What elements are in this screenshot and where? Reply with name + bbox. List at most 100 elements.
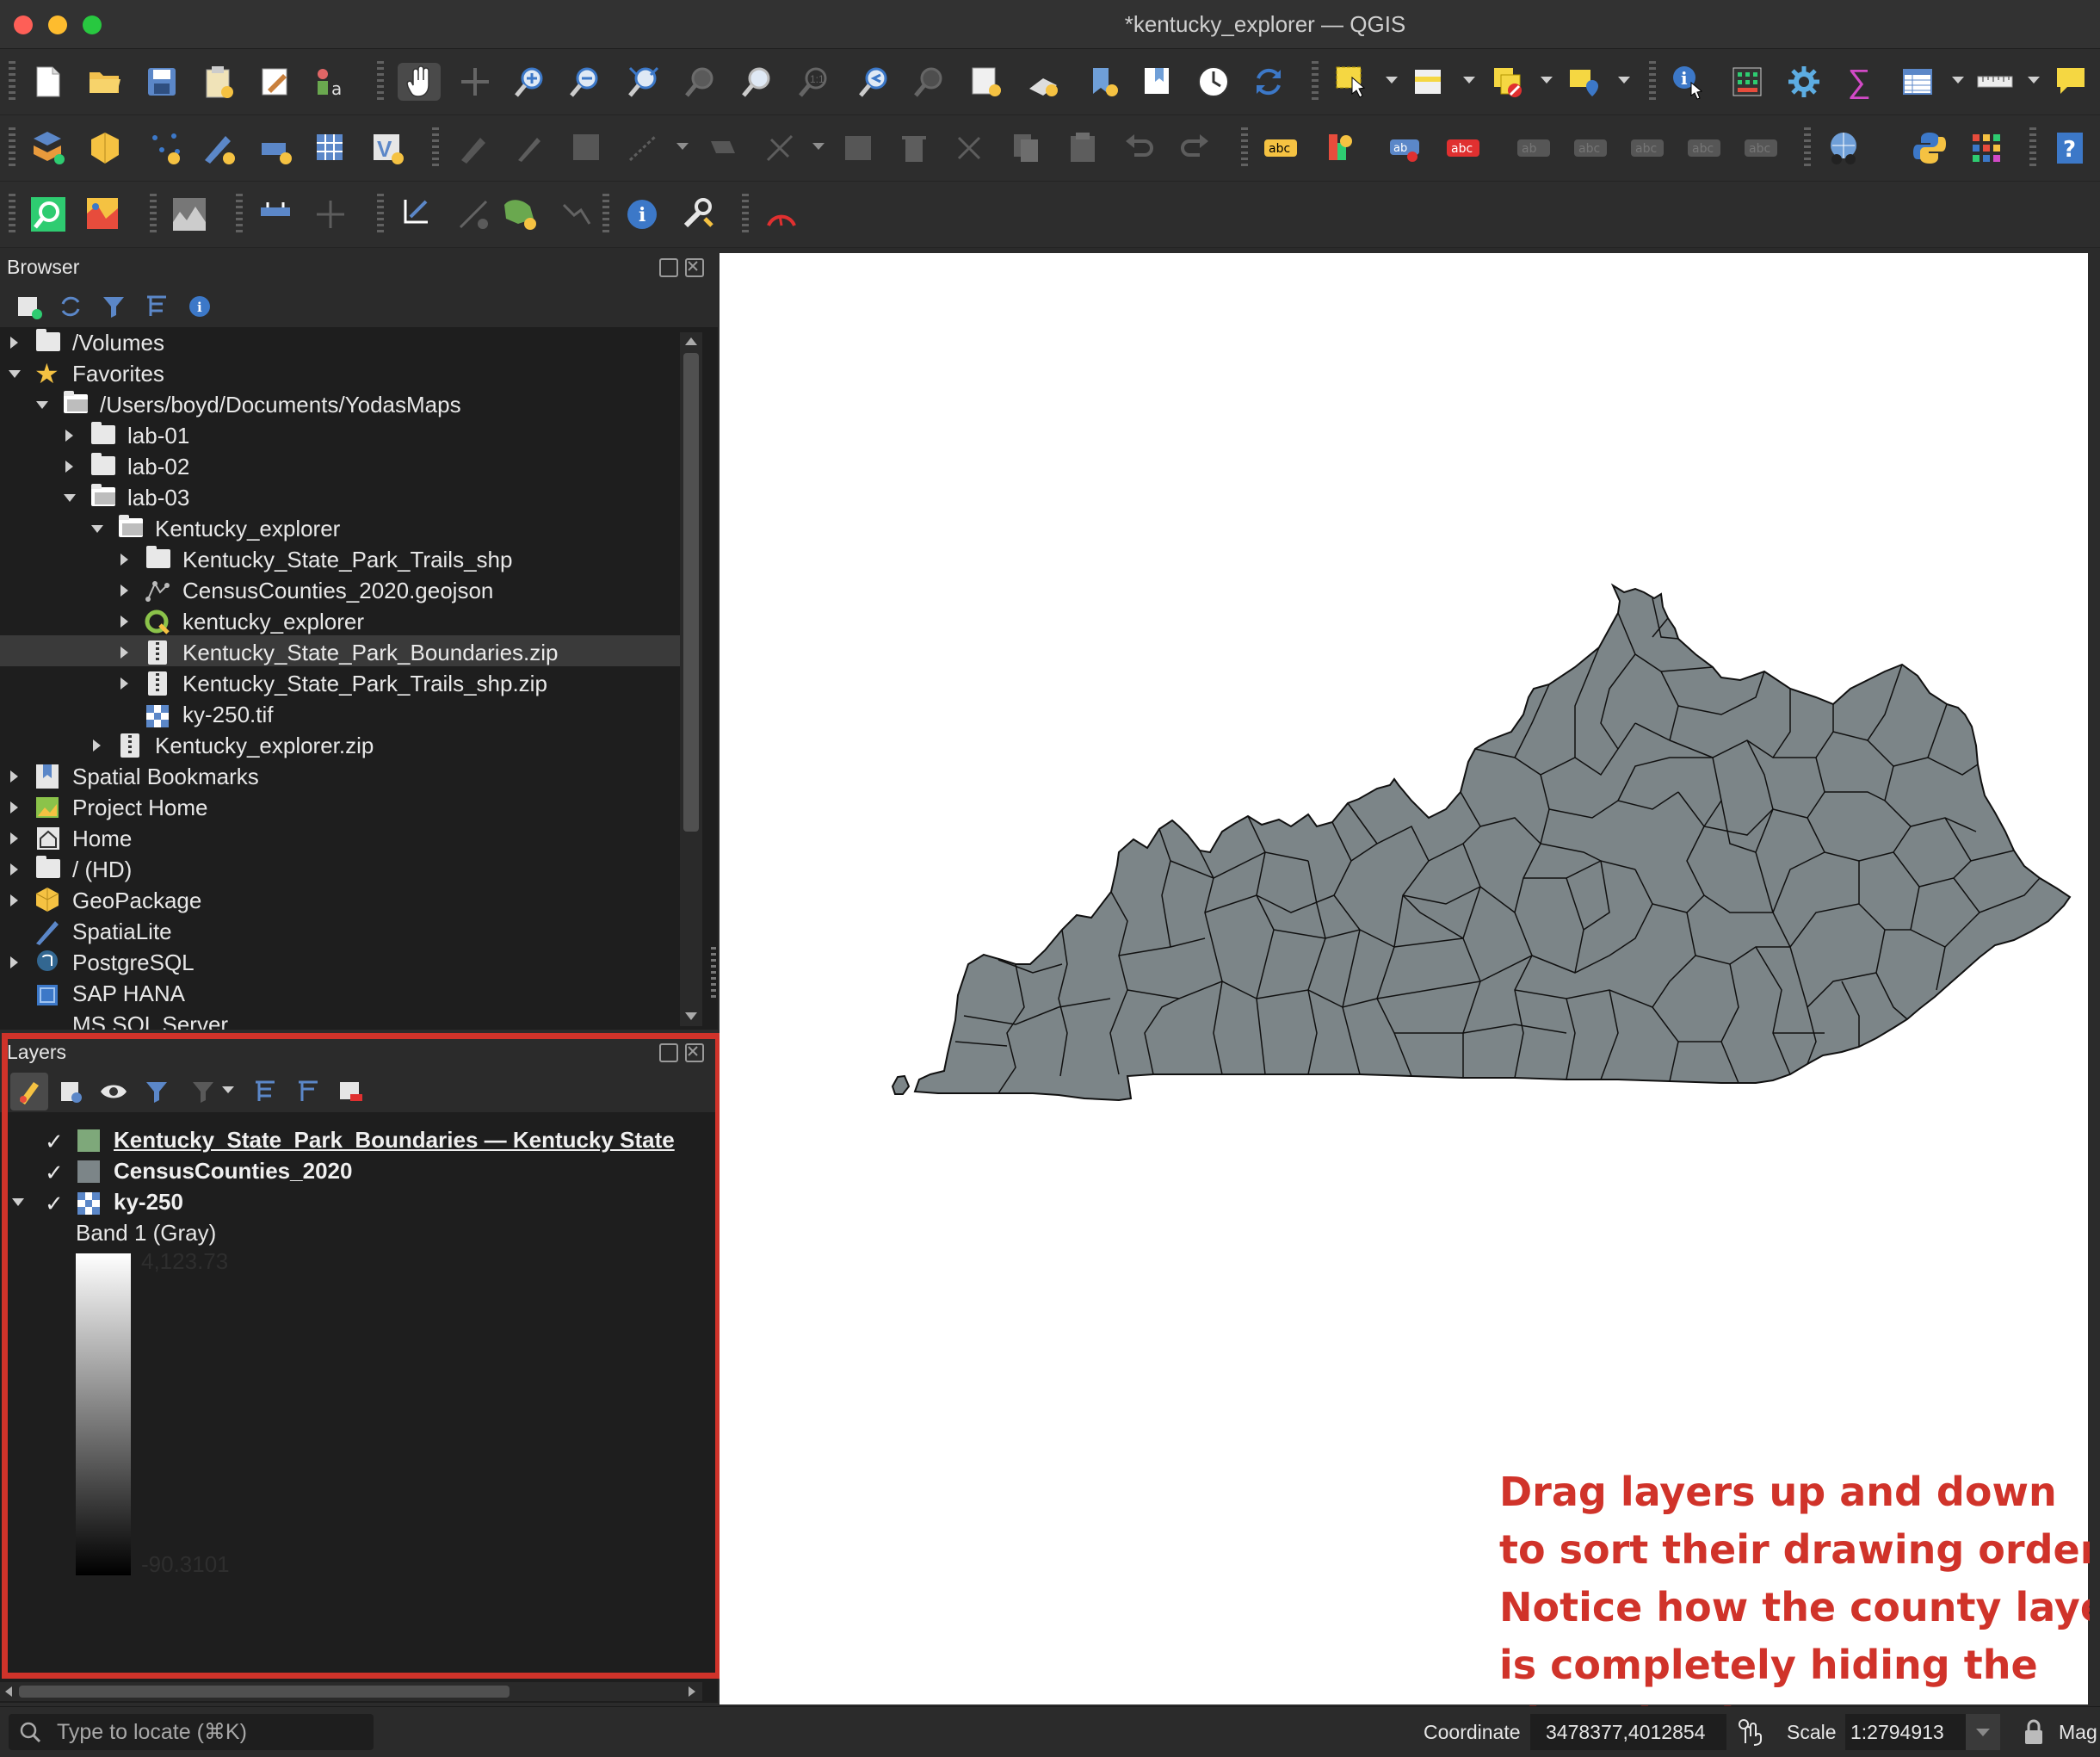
- scroll-down-icon[interactable]: [685, 1012, 697, 1020]
- expand-arrow-icon[interactable]: [120, 585, 128, 597]
- expand-arrow-icon[interactable]: [120, 616, 128, 628]
- statistical-summary-icon[interactable]: ∑: [1840, 63, 1878, 101]
- collapse-all-icon[interactable]: [138, 288, 176, 325]
- map-canvas[interactable]: Drag layers up and down to sort their dr…: [720, 253, 2100, 1746]
- deselect-dropdown[interactable]: [1541, 77, 1553, 84]
- toolbar-grip[interactable]: [2029, 127, 2036, 169]
- save-project-icon[interactable]: [143, 63, 181, 101]
- advanced-digitizing-icon[interactable]: [256, 195, 294, 233]
- scroll-thumb[interactable]: [683, 353, 699, 832]
- zoom-out-icon[interactable]: [566, 63, 604, 101]
- panel-splitter[interactable]: [711, 947, 716, 999]
- enable-properties-icon[interactable]: i: [181, 288, 219, 325]
- change-label-properties-icon[interactable]: abc: [1685, 129, 1723, 167]
- new-map-view-icon[interactable]: [967, 63, 1005, 101]
- new-3d-map-view-icon[interactable]: [1024, 63, 1062, 101]
- data-source-manager-icon[interactable]: [29, 129, 67, 167]
- about-info-icon[interactable]: i: [623, 195, 661, 233]
- trace-digitizing-icon[interactable]: [558, 195, 596, 233]
- toolbar-grip[interactable]: [1804, 127, 1811, 169]
- plugins-icon[interactable]: [1967, 129, 2005, 167]
- map-tips-icon[interactable]: [2052, 63, 2090, 101]
- coordinate-field[interactable]: 3478377,4012854: [1530, 1714, 1726, 1750]
- expand-arrow-icon[interactable]: [120, 554, 128, 566]
- open-project-icon[interactable]: [86, 63, 124, 101]
- zoom-to-selection-icon[interactable]: [682, 63, 720, 101]
- toolbar-grip[interactable]: [377, 194, 384, 235]
- expand-arrow-icon[interactable]: [120, 677, 128, 690]
- locator-bar[interactable]: Type to locate (⌘K): [9, 1714, 374, 1750]
- toolbar-grip[interactable]: [150, 194, 157, 235]
- rubber-band-icon[interactable]: abc: [1742, 129, 1780, 167]
- toolbar-grip[interactable]: [742, 194, 749, 235]
- new-bookmark-icon[interactable]: [1086, 63, 1124, 101]
- help-icon[interactable]: ?: [2052, 129, 2090, 167]
- select-by-location-dropdown[interactable]: [1618, 77, 1630, 84]
- show-bookmarks-icon[interactable]: [1138, 63, 1176, 101]
- modify-dropdown[interactable]: [812, 143, 825, 150]
- toolbar-grip[interactable]: [1312, 61, 1319, 102]
- expand-arrow-icon[interactable]: [120, 647, 128, 659]
- scale-field[interactable]: 1:2794913: [1845, 1714, 1966, 1750]
- expand-arrow-icon[interactable]: [10, 956, 18, 968]
- add-raster-layer-icon[interactable]: [312, 129, 349, 167]
- collapse-arrow-icon[interactable]: [91, 525, 103, 533]
- measure-dropdown[interactable]: [2028, 77, 2040, 84]
- edit-attributes-icon[interactable]: [840, 129, 878, 167]
- zoom-next-icon[interactable]: [911, 63, 948, 101]
- toolbar-grip[interactable]: [9, 127, 15, 169]
- paste-features-icon[interactable]: [1064, 129, 1102, 167]
- layer-labeling-options-icon[interactable]: abc: [1262, 129, 1300, 167]
- measure-line-icon[interactable]: [1976, 63, 2014, 101]
- select-features-icon[interactable]: [1332, 63, 1370, 101]
- select-by-value-dropdown[interactable]: [1463, 77, 1475, 84]
- add-polygon-feature-icon[interactable]: [501, 195, 539, 233]
- toolbar-grip[interactable]: [9, 194, 15, 235]
- scroll-left-icon[interactable]: [5, 1686, 12, 1697]
- style-manager-icon[interactable]: a: [312, 63, 349, 101]
- expand-arrow-icon[interactable]: [10, 832, 18, 844]
- collapse-arrow-icon[interactable]: [36, 401, 48, 409]
- select-by-value-icon[interactable]: [1410, 63, 1448, 101]
- vertex-tool-icon[interactable]: [704, 129, 742, 167]
- highlight-pinned-labels-icon[interactable]: ab: [1387, 129, 1425, 167]
- pan-to-selection-icon[interactable]: [456, 63, 494, 101]
- processing-toolbox-icon[interactable]: [1785, 63, 1823, 101]
- metasearch-icon[interactable]: [1825, 129, 1862, 167]
- browser-refresh-icon[interactable]: [52, 288, 90, 325]
- add-virtual-layer-icon[interactable]: V: [368, 129, 406, 167]
- attribute-table-dropdown[interactable]: [1952, 77, 1964, 84]
- expand-arrow-icon[interactable]: [10, 801, 18, 814]
- filter-browser-icon[interactable]: [95, 288, 133, 325]
- show-hide-labels-icon[interactable]: ab: [1515, 129, 1553, 167]
- lock-scale-icon[interactable]: [2023, 1717, 2045, 1751]
- scale-dropdown[interactable]: [1966, 1714, 2000, 1750]
- float-panel-icon[interactable]: [659, 258, 678, 277]
- expand-arrow-icon[interactable]: [10, 863, 18, 875]
- save-layer-edits-icon[interactable]: [568, 129, 606, 167]
- pan-map-icon[interactable]: [398, 63, 441, 101]
- new-project-icon[interactable]: [29, 63, 67, 101]
- toolbar-grip[interactable]: [9, 61, 15, 102]
- layout-manager-icon[interactable]: [256, 63, 294, 101]
- select-by-location-icon[interactable]: [1565, 63, 1603, 101]
- collapse-arrow-icon[interactable]: [9, 370, 21, 378]
- expand-arrow-icon[interactable]: [65, 461, 73, 473]
- reshape-features-icon[interactable]: [454, 195, 492, 233]
- select-features-dropdown[interactable]: [1386, 77, 1398, 84]
- toolbar-grip[interactable]: [1241, 127, 1248, 169]
- toggle-editing-icon[interactable]: [510, 129, 547, 167]
- browser-scrollbar[interactable]: [680, 332, 702, 1026]
- settings-wrench-icon[interactable]: [678, 195, 716, 233]
- scroll-thumb[interactable]: [19, 1686, 510, 1698]
- add-feature-dropdown[interactable]: [676, 143, 689, 150]
- refresh-icon[interactable]: [1250, 63, 1288, 101]
- expand-arrow-icon[interactable]: [10, 337, 18, 349]
- new-geopackage-layer-icon[interactable]: [86, 129, 124, 167]
- scroll-right-icon[interactable]: [689, 1686, 695, 1697]
- temporal-controller-icon[interactable]: [1195, 63, 1232, 101]
- toolbar-grip[interactable]: [377, 61, 384, 102]
- toolbar-grip[interactable]: [602, 194, 609, 235]
- new-print-layout-icon[interactable]: [200, 63, 238, 101]
- scroll-up-icon[interactable]: [685, 337, 697, 345]
